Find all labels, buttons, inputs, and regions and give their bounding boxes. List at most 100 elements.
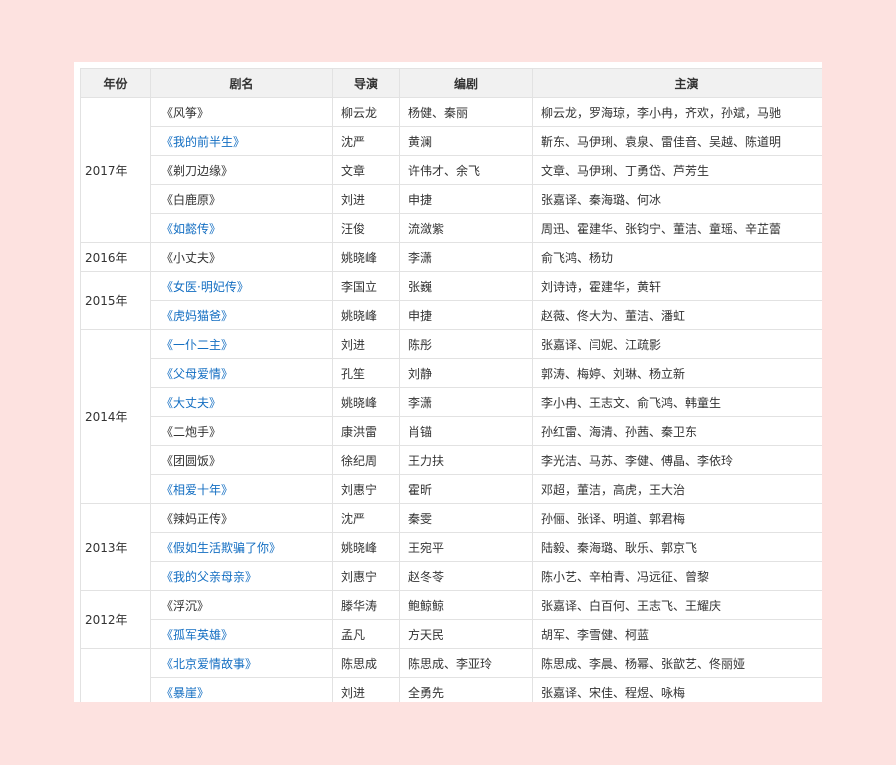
writer-cell: 肖锚: [399, 416, 533, 446]
table-row: 《相爱十年》 刘惠宁 霍昕 邓超，董洁，高虎，王大治: [81, 474, 822, 504]
writer-cell: 张巍: [399, 271, 533, 301]
director-cell: 刘进: [332, 329, 400, 359]
title-cell: 《剃刀边缘》: [150, 155, 333, 185]
writer-cell: 申捷: [399, 184, 533, 214]
drama-title: 《小丈夫》: [161, 250, 222, 265]
table-row: 《我的前半生》 沈严 黄澜 靳东、马伊琍、袁泉、雷佳音、吴越、陈道明: [81, 126, 822, 156]
director-cell: 徐纪周: [332, 445, 400, 475]
writer-cell: 鲍鲸鲸: [399, 590, 533, 620]
director-cell: 柳云龙: [332, 97, 400, 127]
drama-title-link[interactable]: 《我的父亲母亲》: [161, 570, 257, 584]
writer-cell: 黄澜: [399, 126, 533, 156]
director-cell: 陈思成: [332, 648, 400, 678]
header-row: 年份 剧名 导演 编剧 主演: [80, 68, 822, 98]
drama-title-link[interactable]: 《北京爱情故事》: [161, 657, 257, 671]
cast-cell: 郭涛、梅婷、刘琳、杨立新: [532, 358, 822, 388]
header-director: 导演: [332, 68, 400, 98]
cast-cell: 俞飞鸿、杨玏: [532, 242, 822, 272]
writer-cell: 申捷: [399, 300, 533, 330]
table-row: 《白鹿原》 刘进 申捷 张嘉译、秦海璐、何冰: [81, 184, 822, 214]
title-cell: 《白鹿原》: [150, 184, 333, 214]
director-cell: 沈严: [332, 503, 400, 533]
table-panel: 年份 剧名 导演 编剧 主演 2017年 《风筝》 柳云龙 杨健、秦丽 柳云龙，罗海琼，…: [74, 62, 822, 702]
title-cell: 《团圆饭》: [150, 445, 333, 475]
table-row: 2014年 《一仆二主》 刘进 陈彤 张嘉译、闫妮、江疏影: [80, 329, 822, 504]
director-cell: 康洪雷: [332, 416, 400, 446]
drama-title-link[interactable]: 《我的前半生》: [161, 135, 245, 149]
writer-cell: 李潇: [399, 387, 533, 417]
writer-cell: 方天民: [399, 619, 533, 649]
title-cell: 《虎妈猫爸》: [150, 300, 333, 330]
year-cell: 2014年: [80, 329, 151, 504]
director-cell: 孟凡: [332, 619, 400, 649]
drama-title-link[interactable]: 《孤军英雄》: [161, 628, 233, 642]
writer-cell: 许伟才、余飞: [399, 155, 533, 185]
title-cell: 《北京爱情故事》: [150, 648, 333, 678]
writer-cell: 全勇先: [399, 677, 533, 702]
title-cell: 《辣妈正传》: [150, 503, 333, 533]
year-cell: [80, 648, 151, 702]
drama-title: 《白鹿原》: [161, 192, 222, 207]
table-row: 《北京爱情故事》 陈思成 陈思成、李亚玲 陈思成、李晨、杨幂、张歆艺、佟丽娅: [80, 648, 822, 702]
drama-table: 年份 剧名 导演 编剧 主演 2017年 《风筝》 柳云龙 杨健、秦丽 柳云龙，罗海琼，…: [80, 68, 822, 702]
header-year: 年份: [80, 68, 151, 98]
director-cell: 刘进: [332, 184, 400, 214]
title-cell: 《浮沉》: [150, 590, 333, 620]
drama-title-link[interactable]: 《暴崖》: [161, 686, 209, 700]
title-cell: 《相爱十年》: [150, 474, 333, 504]
drama-title-link[interactable]: 《假如生活欺骗了你》: [161, 541, 281, 555]
cast-cell: 张嘉译、白百何、王志飞、王耀庆: [532, 590, 822, 620]
writer-cell: 秦雯: [399, 503, 533, 533]
table-row: 《虎妈猫爸》 姚晓峰 申捷 赵薇、佟大为、董洁、潘虹: [81, 300, 822, 330]
cast-cell: 孙红雷、海清、孙茜、秦卫东: [532, 416, 822, 446]
table-row: 《团圆饭》 徐纪周 王力扶 李光洁、马苏、李健、傅晶、李依玲: [81, 445, 822, 475]
cast-cell: 邓超，董洁，高虎，王大治: [532, 474, 822, 504]
writer-cell: 霍昕: [399, 474, 533, 504]
cast-cell: 柳云龙，罗海琼，李小冉，齐欢，孙斌，马驰: [532, 97, 822, 127]
drama-title-link[interactable]: 《一仆二主》: [161, 338, 233, 352]
drama-title-link[interactable]: 《大丈夫》: [161, 396, 221, 410]
director-cell: 姚晓峰: [332, 532, 400, 562]
title-cell: 《一仆二主》: [150, 329, 333, 359]
title-cell: 《如懿传》: [150, 213, 333, 243]
header-writer: 编剧: [399, 68, 533, 98]
table-row: 2012年 《浮沉》 滕华涛 鲍鲸鲸 张嘉译、白百何、王志飞、王耀庆: [80, 590, 822, 649]
writer-cell: 陈思成、李亚玲: [399, 648, 533, 678]
title-cell: 《小丈夫》: [150, 242, 333, 272]
drama-title: 《辣妈正传》: [161, 511, 234, 526]
director-cell: 滕华涛: [332, 590, 400, 620]
table-row: 2013年 《辣妈正传》 沈严 秦雯 孙俪、张译、明道、郭君梅: [80, 503, 822, 591]
drama-title-link[interactable]: 《如懿传》: [161, 222, 221, 236]
cast-cell: 张嘉译、宋佳、程煜、咏梅: [532, 677, 822, 702]
drama-title-link[interactable]: 《相爱十年》: [161, 483, 233, 497]
cast-cell: 李小冉、王志文、俞飞鸿、韩童生: [532, 387, 822, 417]
director-cell: 姚晓峰: [332, 242, 400, 272]
year-cell: 2017年: [80, 97, 151, 243]
drama-title-link[interactable]: 《虎妈猫爸》: [161, 309, 233, 323]
drama-title-link[interactable]: 《父母爱情》: [161, 367, 233, 381]
writer-cell: 王力扶: [399, 445, 533, 475]
drama-title-link[interactable]: 《女医·明妃传》: [161, 280, 249, 294]
table-row: 《假如生活欺骗了你》 姚晓峰 王宛平 陆毅、秦海璐、耿乐、郭京飞: [81, 532, 822, 562]
cast-cell: 张嘉译、秦海璐、何冰: [532, 184, 822, 214]
table-row: 2017年 《风筝》 柳云龙 杨健、秦丽 柳云龙，罗海琼，李小冉，齐欢，孙斌，马驰: [80, 97, 822, 243]
year-cell: 2015年: [80, 271, 151, 330]
table-row: 《我的父亲母亲》 刘惠宁 赵冬苓 陈小艺、辛柏青、冯远征、曾黎: [81, 561, 822, 591]
table-row: 2016年 《小丈夫》 姚晓峰 李潇 俞飞鸿、杨玏: [80, 242, 822, 272]
title-cell: 《假如生活欺骗了你》: [150, 532, 333, 562]
title-cell: 《女医·明妃传》: [150, 271, 333, 301]
writer-cell: 流潋紫: [399, 213, 533, 243]
cast-cell: 文章、马伊琍、丁勇岱、芦芳生: [532, 155, 822, 185]
director-cell: 刘进: [332, 677, 400, 702]
cast-cell: 孙俪、张译、明道、郭君梅: [532, 503, 822, 533]
year-cell: 2016年: [80, 242, 151, 272]
director-cell: 姚晓峰: [332, 300, 400, 330]
cast-cell: 周迅、霍建华、张钧宁、董洁、童瑶、辛芷蕾: [532, 213, 822, 243]
header-cast: 主演: [532, 68, 822, 98]
director-cell: 汪俊: [332, 213, 400, 243]
year-cell: 2012年: [80, 590, 151, 649]
drama-title: 《浮沉》: [161, 598, 210, 613]
title-cell: 《孤军英雄》: [150, 619, 333, 649]
cast-cell: 刘诗诗，霍建华，黄轩: [532, 271, 822, 301]
table-row: 《剃刀边缘》 文章 许伟才、余飞 文章、马伊琍、丁勇岱、芦芳生: [81, 155, 822, 185]
